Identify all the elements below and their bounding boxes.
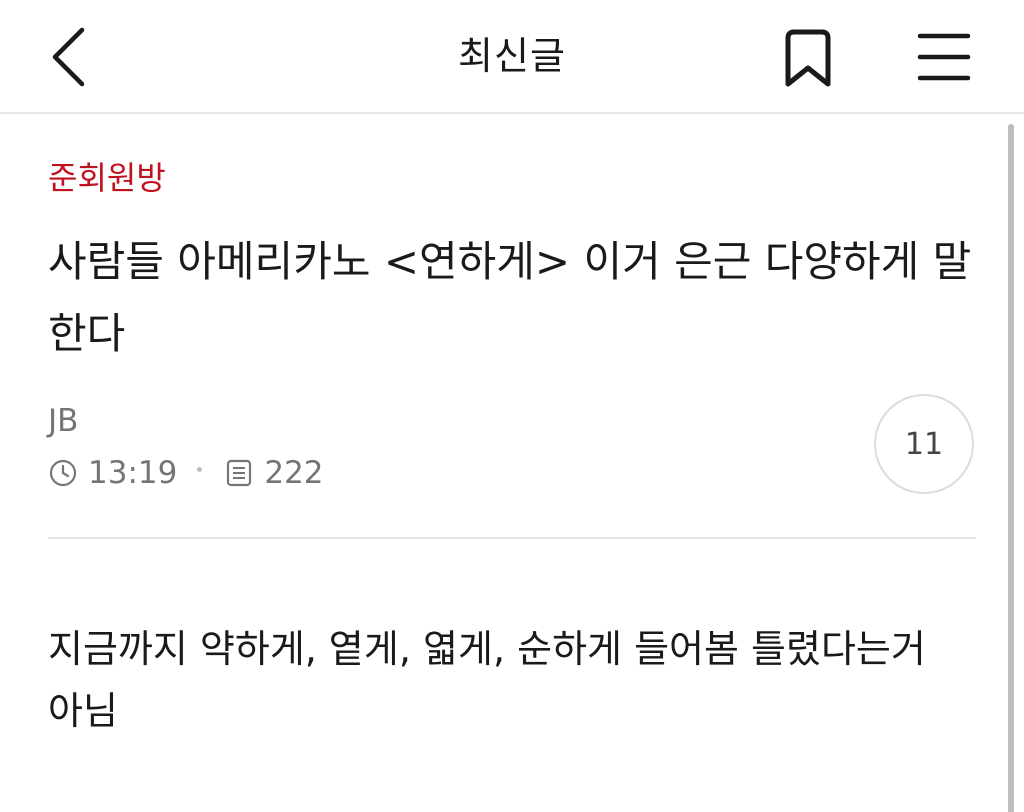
divider <box>48 537 976 539</box>
post-screen: 최신글 준회원방 사람들 아메리카노 <연하게> 이거 은근 다양하게 말한다 … <box>0 0 1024 812</box>
scrollbar[interactable] <box>1008 124 1014 812</box>
post-category[interactable]: 준회원방 <box>48 156 166 200</box>
top-navigation-bar: 최신글 <box>0 0 1024 114</box>
separator-dot <box>197 466 203 472</box>
page-title: 최신글 <box>458 34 566 78</box>
bookmark-button[interactable] <box>778 26 838 90</box>
post-time: 13:19 <box>88 455 178 491</box>
bookmark-icon <box>785 29 831 87</box>
post-meta: 13:19 222 <box>48 452 324 494</box>
post-title: 사람들 아메리카노 <연하게> 이거 은근 다양하게 말한다 <box>48 237 972 358</box>
post-author[interactable]: JB <box>48 400 78 442</box>
clock-icon <box>48 458 78 488</box>
comment-count-button[interactable]: 11 <box>874 394 974 494</box>
menu-button[interactable] <box>914 30 974 84</box>
post-views: 222 <box>264 455 324 491</box>
document-icon <box>224 458 254 488</box>
hamburger-menu-icon <box>917 33 971 81</box>
post-body: 지금까지 약하게, 옅게, 엷게, 순하게 들어봄 틀렸다는거 아님 <box>48 627 926 733</box>
